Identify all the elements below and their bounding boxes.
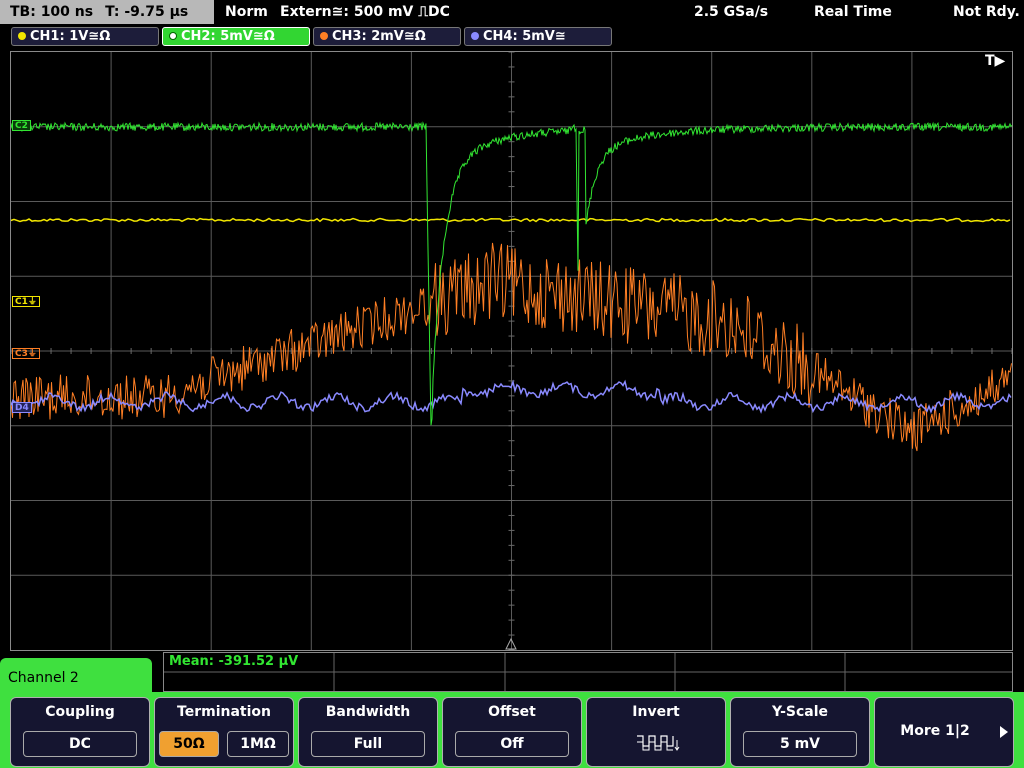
offset-key[interactable]: Offset Off: [442, 697, 582, 767]
yscale-key[interactable]: Y-Scale 5 mV: [730, 697, 870, 767]
trigger-position-icon: [505, 638, 517, 650]
channel-panel-title: Channel 2: [8, 670, 79, 686]
yscale-value[interactable]: 5 mV: [743, 731, 857, 757]
termination-key[interactable]: Termination 50Ω 1MΩ: [154, 697, 294, 767]
yscale-title: Y-Scale: [771, 704, 828, 720]
waveform-svg: [11, 52, 1012, 650]
channel-2-marker[interactable]: C2: [12, 120, 31, 131]
channel-3-label: CH3: 2mV≅Ω: [332, 29, 426, 44]
offset-value[interactable]: Off: [455, 731, 569, 757]
channel-tab-4[interactable]: CH4: 5mV≅: [464, 27, 612, 46]
waveform-display[interactable]: [10, 51, 1013, 651]
channel-1-dot-icon: [18, 32, 26, 40]
channel-4-dot-icon: [471, 32, 479, 40]
channel-1-label: CH1: 1V≅Ω: [30, 29, 111, 44]
channel-tab-3[interactable]: CH3: 2mV≅Ω: [313, 27, 461, 46]
measurement-mean: Mean: -391.52 µV: [169, 654, 299, 669]
more-title: More 1|2: [900, 723, 970, 739]
channel-3-marker[interactable]: C3⏚: [12, 348, 40, 359]
bandwidth-key[interactable]: Bandwidth Full: [298, 697, 438, 767]
trigger-source[interactable]: Extern≅: 500 mV ⎍DC: [280, 0, 450, 24]
channel-1-marker[interactable]: C1⏚: [12, 296, 40, 307]
trigger-mode[interactable]: Norm: [225, 0, 268, 24]
trigger-indicator: T▶: [985, 53, 1006, 69]
channel-2-dot-icon: [169, 32, 177, 40]
channel-1-trace: [11, 217, 1011, 223]
channel-2-label: CH2: 5mV≅Ω: [181, 29, 275, 44]
bandwidth-value[interactable]: Full: [311, 731, 425, 757]
invert-waveform-icon: [637, 735, 680, 751]
termination-50ohm-option[interactable]: 50Ω: [159, 731, 219, 757]
invert-title: Invert: [632, 704, 680, 720]
termination-1mohm-option[interactable]: 1MΩ: [227, 731, 289, 757]
coupling-value[interactable]: DC: [23, 731, 137, 757]
channel-4-label: CH4: 5mV≅: [483, 29, 566, 44]
grid-lines: [11, 52, 1012, 650]
channel-3-dot-icon: [320, 32, 328, 40]
termination-title: Termination: [177, 704, 271, 720]
timebase-value: TB: 100 ns: [10, 4, 94, 20]
chevron-right-icon: [1000, 726, 1008, 738]
channel-tab-2[interactable]: CH2: 5mV≅Ω: [162, 27, 310, 46]
invert-key[interactable]: Invert: [586, 697, 726, 767]
bandwidth-title: Bandwidth: [325, 704, 411, 720]
coupling-title: Coupling: [45, 704, 115, 720]
sample-rate[interactable]: 2.5 GSa/s: [694, 0, 768, 24]
coupling-key[interactable]: Coupling DC: [10, 697, 150, 767]
channel-tab-1[interactable]: CH1: 1V≅Ω: [11, 27, 159, 46]
more-key[interactable]: More 1|2: [874, 697, 1014, 767]
channel-4-marker[interactable]: D4: [12, 402, 32, 413]
acquisition-mode[interactable]: Real Time: [814, 0, 892, 24]
trigger-time-value: T: -9.75 µs: [105, 4, 189, 20]
timebase-box[interactable]: TB: 100 ns T: -9.75 µs: [0, 0, 214, 24]
trigger-status: Not Rdy.: [953, 4, 1020, 20]
offset-title: Offset: [488, 704, 536, 720]
